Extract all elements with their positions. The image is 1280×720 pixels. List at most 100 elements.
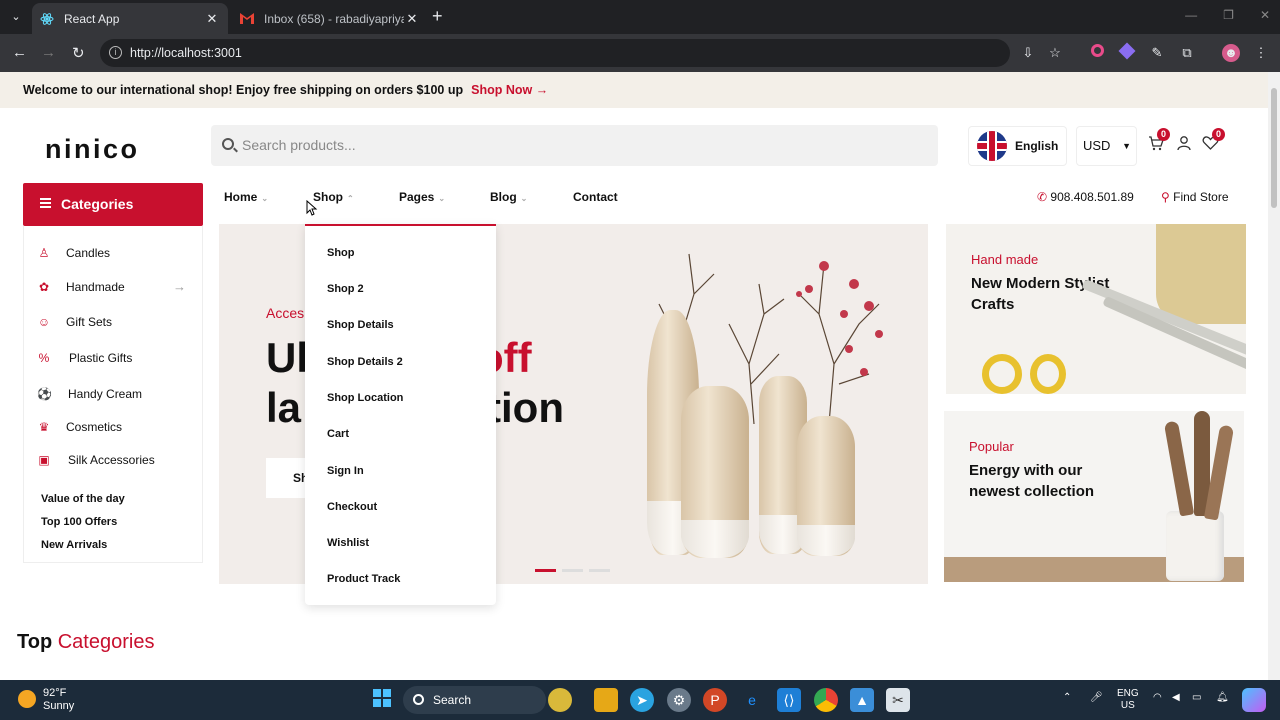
categories-toggle-button[interactable]: Categories — [23, 183, 203, 226]
forward-arrow-icon[interactable]: → — [41, 44, 56, 61]
banner-kicker: Popular — [969, 439, 1014, 454]
nav-home[interactable]: Home ⌄ — [224, 190, 268, 204]
shop-now-link[interactable]: Shop Now → — [471, 83, 548, 97]
chevron-up-icon[interactable]: ⌃ — [1063, 692, 1071, 704]
vscode-icon[interactable]: ⟨⟩ — [777, 688, 801, 712]
new-tab-icon[interactable]: + — [432, 6, 443, 27]
menu-item-shop-location[interactable]: Shop Location — [327, 392, 403, 404]
search-icon — [413, 694, 424, 705]
menu-item-checkout[interactable]: Checkout — [327, 501, 377, 513]
chrome-icon[interactable] — [814, 688, 838, 712]
categories-title: Categories — [61, 196, 134, 212]
extensions-puzzle-icon[interactable]: ⧉ — [1178, 44, 1196, 62]
top-100-offers-link[interactable]: Top 100 Offers — [41, 516, 117, 528]
category-label: Handmade — [66, 280, 125, 294]
photos-icon[interactable]: ▲ — [850, 688, 874, 712]
page-scrollbar[interactable] — [1268, 72, 1280, 680]
menu-item-shop-2[interactable]: Shop 2 — [327, 283, 364, 295]
file-explorer-icon[interactable] — [594, 688, 618, 712]
menu-item-product-track[interactable]: Product Track — [327, 573, 400, 585]
windows-start-icon[interactable] — [370, 688, 394, 712]
reload-icon[interactable]: ↻ — [72, 44, 85, 62]
back-arrow-icon[interactable]: ← — [12, 44, 27, 61]
gift-box-icon: ▣ — [38, 453, 50, 467]
tab-gmail-inbox[interactable]: Inbox (658) - rabadiyapriyansi@ ✕ — [232, 3, 428, 34]
value-of-the-day-link[interactable]: Value of the day — [41, 493, 125, 505]
install-app-icon[interactable]: ⇩ — [1019, 44, 1037, 62]
scrollbar-thumb[interactable] — [1271, 88, 1277, 208]
currency-label: USD — [1083, 138, 1111, 153]
menu-item-cart[interactable]: Cart — [327, 428, 349, 440]
telegram-icon[interactable]: ➤ — [630, 688, 654, 712]
battery-icon[interactable]: ▭ — [1192, 692, 1201, 704]
browser-tab-strip: ⌄ React App ✕ Inbox (658) - rabadiyapriy… — [0, 0, 1280, 34]
extension-color-icon[interactable] — [1088, 44, 1106, 62]
bookmark-star-icon[interactable]: ☆ — [1046, 44, 1064, 62]
phone-link[interactable]: ✆ 908.408.501.89 — [1037, 190, 1134, 204]
edge-icon[interactable]: e — [740, 688, 764, 712]
notification-bell-icon[interactable]: 🔔︎ — [1216, 692, 1229, 704]
menu-item-shop-details-2[interactable]: Shop Details 2 — [327, 356, 403, 368]
eyedropper-icon[interactable]: ✎ — [1148, 44, 1166, 62]
category-item-handmade[interactable]: ✿ Handmade → — [24, 272, 202, 302]
search-input[interactable]: Search products... — [211, 125, 938, 166]
tab-search-chevron-icon[interactable]: ⌄ — [6, 7, 26, 27]
settings-gear-icon[interactable]: ⚙ — [667, 688, 691, 712]
menu-item-sign-in[interactable]: Sign In — [327, 465, 364, 477]
maximize-icon[interactable]: ❐ — [1223, 8, 1234, 22]
category-item-plastic-gifts[interactable]: % Plastic Gifts — [24, 343, 202, 373]
find-store-link[interactable]: ⚲ Find Store — [1161, 190, 1229, 204]
nav-contact[interactable]: Contact — [573, 190, 618, 204]
extension-gem-icon[interactable] — [1118, 42, 1136, 62]
user-icon[interactable] — [1176, 135, 1192, 156]
wifi-icon[interactable]: ◠ — [1153, 692, 1162, 704]
profile-avatar-icon[interactable]: ☻ — [1222, 44, 1240, 62]
menu-item-shop[interactable]: Shop — [327, 247, 355, 259]
powerpoint-icon[interactable]: P — [703, 688, 727, 712]
category-item-candles[interactable]: ♙ Candles — [24, 238, 202, 268]
category-item-cosmetics[interactable]: ♛ Cosmetics — [24, 412, 202, 442]
plastic-gifts-icon: % — [38, 351, 50, 365]
handy-cream-icon: ⚽ — [37, 387, 52, 401]
nav-shop[interactable]: Shop ⌃ — [313, 190, 354, 204]
minimize-icon[interactable]: — — [1185, 8, 1197, 22]
widget-decoration-icon[interactable] — [548, 688, 572, 712]
menu-item-wishlist[interactable]: Wishlist — [327, 537, 369, 549]
menu-bars-icon — [40, 198, 51, 200]
site-logo[interactable]: ninico — [45, 134, 140, 165]
menu-item-shop-details[interactable]: Shop Details — [327, 319, 394, 331]
banner-popular[interactable]: Popular Energy with our newest collectio… — [944, 411, 1244, 582]
phone-icon: ✆ — [1037, 190, 1048, 204]
microphone-icon[interactable]: 🎤︎ — [1090, 692, 1103, 704]
top-categories-heading: Top Categories — [17, 631, 155, 653]
speaker-icon[interactable]: ◀ — [1172, 692, 1180, 704]
url-input[interactable]: i http://localhost:3001 — [100, 39, 1010, 67]
tab-react-app[interactable]: React App ✕ — [32, 3, 228, 34]
copilot-icon[interactable] — [1242, 688, 1266, 712]
scissors-image — [1030, 354, 1066, 394]
banner-hand-made[interactable]: Hand made New Modern Stylist Crafts — [946, 224, 1246, 394]
close-window-icon[interactable]: ✕ — [1260, 8, 1270, 22]
slider-dot[interactable] — [589, 569, 610, 572]
close-tab-icon[interactable]: ✕ — [204, 11, 220, 27]
more-menu-icon[interactable]: ⋮ — [1252, 44, 1270, 62]
slider-dot[interactable] — [562, 569, 583, 572]
snipping-tool-icon[interactable]: ✂ — [886, 688, 910, 712]
nav-blog[interactable]: Blog ⌄ — [490, 190, 527, 204]
window-controls: — ❐ ✕ — [1185, 8, 1270, 22]
category-item-gift-sets[interactable]: ☺ Gift Sets — [24, 307, 202, 337]
site-info-icon[interactable]: i — [109, 46, 122, 59]
new-arrivals-link[interactable]: New Arrivals — [41, 539, 107, 551]
category-item-silk-accessories[interactable]: ▣ Silk Accessories — [24, 445, 202, 475]
language-selector[interactable]: English — [968, 126, 1067, 166]
slider-dot[interactable] — [535, 569, 556, 572]
uk-flag-icon — [977, 131, 1007, 161]
close-tab-icon[interactable]: ✕ — [404, 11, 420, 27]
taskbar-search[interactable]: Search — [403, 686, 546, 714]
category-item-handy-cream[interactable]: ⚽ Handy Cream — [24, 379, 202, 409]
promo-bar: Welcome to our international shop! Enjoy… — [0, 72, 1268, 108]
nav-pages[interactable]: Pages ⌄ — [399, 190, 445, 204]
language-indicator[interactable]: ENG US — [1117, 688, 1139, 712]
currency-select[interactable]: USD ▼ — [1076, 126, 1137, 166]
arrow-right-icon: → — [173, 279, 186, 294]
